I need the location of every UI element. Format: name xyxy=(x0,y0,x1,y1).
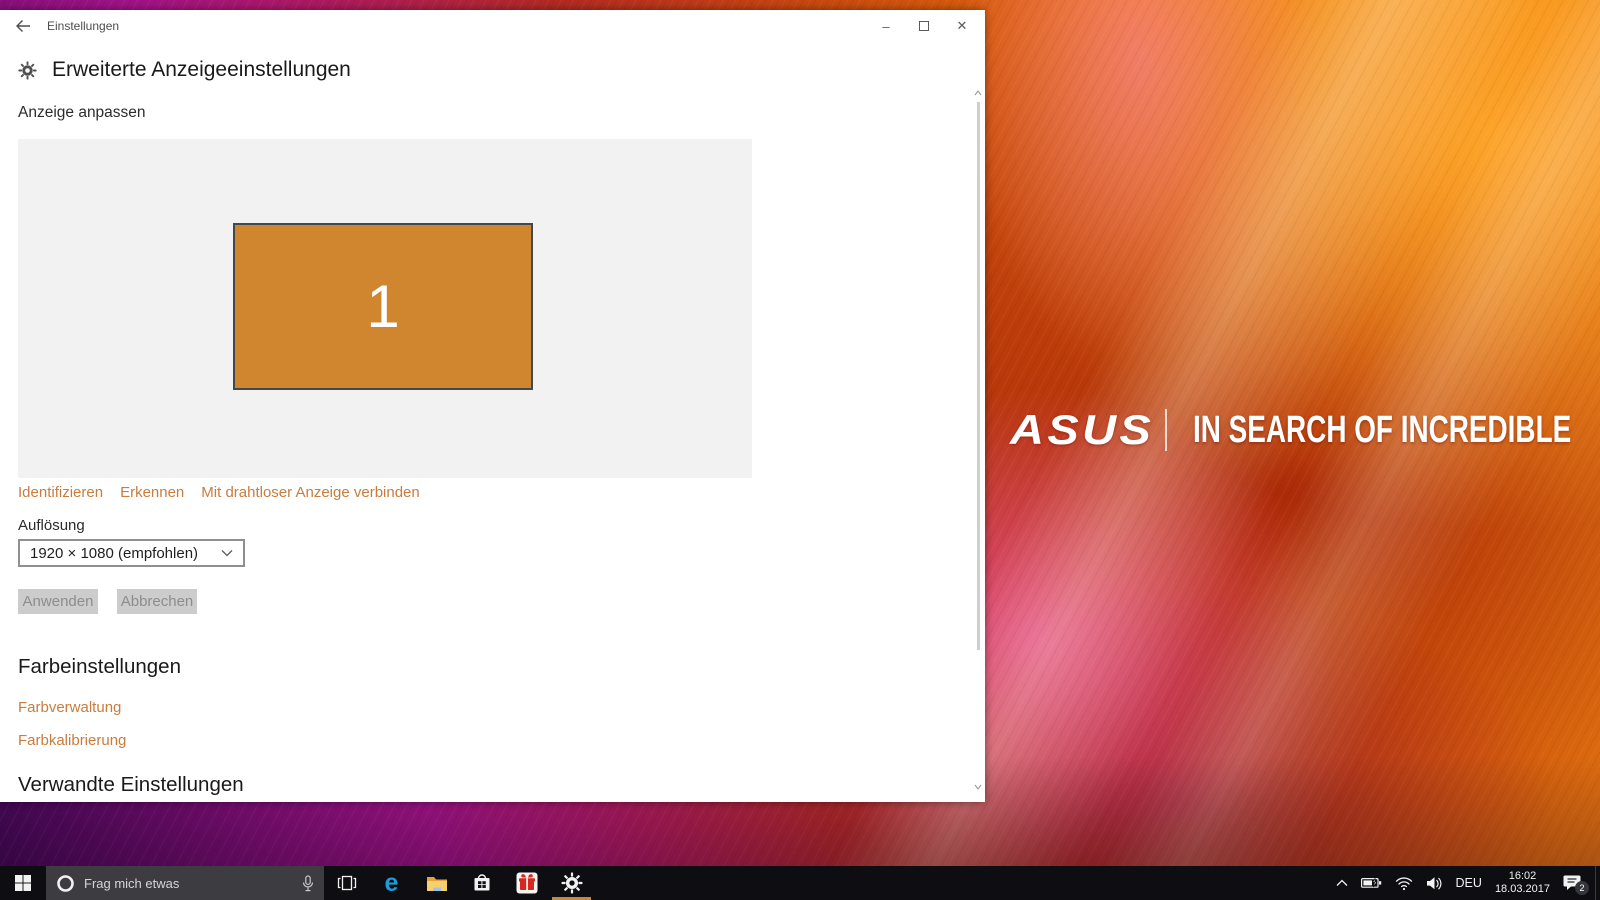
window-controls: – ✕ xyxy=(867,10,981,42)
start-button[interactable] xyxy=(0,866,46,900)
file-explorer-button[interactable] xyxy=(414,866,459,900)
edge-icon: e xyxy=(385,871,399,896)
scroll-up-icon[interactable] xyxy=(973,88,983,98)
cancel-button[interactable]: Abbrechen xyxy=(117,589,197,614)
windows-logo-icon xyxy=(15,875,31,891)
back-arrow-icon xyxy=(15,18,31,34)
mic-icon[interactable] xyxy=(302,875,314,892)
color-calibration-link[interactable]: Farbkalibrierung xyxy=(18,732,126,749)
brand-divider xyxy=(1165,409,1167,451)
scrollbar-thumb[interactable] xyxy=(977,102,980,650)
chevron-down-icon xyxy=(221,549,233,557)
action-buttons: Anwenden Abbrechen xyxy=(18,589,197,614)
color-management-link[interactable]: Farbverwaltung xyxy=(18,699,121,716)
wallpaper-branding: ASUS IN SEARCH OF INCREDIBLE xyxy=(1010,406,1600,454)
search-box[interactable] xyxy=(46,866,324,900)
monitor-1[interactable]: 1 xyxy=(233,223,533,390)
show-desktop-button[interactable] xyxy=(1595,866,1600,900)
taskbar: e xyxy=(0,866,1600,900)
desktop: ASUS IN SEARCH OF INCREDIBLE Einstellung… xyxy=(0,0,1600,900)
section-heading-related: Verwandte Einstellungen xyxy=(18,773,244,797)
page-header: Erweiterte Anzeigeeinstellungen xyxy=(18,58,351,82)
search-input[interactable] xyxy=(84,876,293,891)
cortana-icon xyxy=(56,874,75,893)
settings-window: Einstellungen – ✕ xyxy=(0,10,985,802)
resolution-label: Auflösung xyxy=(18,517,85,534)
scroll-down-icon[interactable] xyxy=(973,782,983,792)
section-heading-display: Anzeige anpassen xyxy=(18,104,146,122)
store-button[interactable] xyxy=(459,866,504,900)
resolution-dropdown[interactable]: 1920 × 1080 (empfohlen) xyxy=(18,539,245,567)
section-heading-color: Farbeinstellungen xyxy=(18,655,181,679)
titlebar[interactable]: Einstellungen – ✕ xyxy=(0,10,985,42)
file-explorer-icon xyxy=(426,875,448,892)
resolution-value: 1920 × 1080 (empfohlen) xyxy=(30,545,221,562)
minimize-button[interactable]: – xyxy=(867,10,905,42)
wireless-display-link[interactable]: Mit drahtloser Anzeige verbinden xyxy=(201,484,419,501)
monitor-number: 1 xyxy=(366,272,399,341)
settings-gear-icon xyxy=(561,872,583,894)
clock[interactable]: 16:02 18.03.2017 xyxy=(1495,870,1550,896)
display-preview-area: 1 xyxy=(18,139,752,478)
action-center-button[interactable]: 2 xyxy=(1563,874,1583,892)
task-view-button[interactable] xyxy=(324,866,369,900)
battery-icon[interactable] xyxy=(1361,877,1382,889)
language-indicator[interactable]: DEU xyxy=(1456,876,1482,890)
notification-badge: 2 xyxy=(1575,881,1589,895)
scrollbar[interactable] xyxy=(971,10,985,802)
volume-icon[interactable] xyxy=(1426,876,1443,891)
page-title: Erweiterte Anzeigeeinstellungen xyxy=(52,58,351,82)
maximize-button[interactable] xyxy=(905,10,943,42)
chevron-up-icon[interactable] xyxy=(1336,879,1348,887)
brand-tagline: IN SEARCH OF INCREDIBLE xyxy=(1193,408,1571,452)
close-icon: ✕ xyxy=(957,18,968,34)
settings-app-button[interactable] xyxy=(549,866,594,900)
gift-app-button[interactable] xyxy=(504,866,549,900)
edge-button[interactable]: e xyxy=(369,866,414,900)
clock-date: 18.03.2017 xyxy=(1495,883,1550,896)
task-view-icon xyxy=(337,875,357,891)
gear-icon xyxy=(18,61,37,80)
identify-link[interactable]: Identifizieren xyxy=(18,484,103,501)
store-icon xyxy=(472,873,492,893)
asus-logo: ASUS xyxy=(1010,406,1154,454)
maximize-icon xyxy=(919,21,929,31)
apply-button[interactable]: Anwenden xyxy=(18,589,98,614)
clock-time: 16:02 xyxy=(1495,870,1550,883)
detect-link[interactable]: Erkennen xyxy=(120,484,184,501)
system-tray: DEU 16:02 18.03.2017 2 xyxy=(1336,866,1595,900)
gift-app-icon xyxy=(516,872,538,894)
wifi-icon[interactable] xyxy=(1395,876,1413,891)
display-links-row: Identifizieren Erkennen Mit drahtloser A… xyxy=(18,484,420,501)
back-button[interactable] xyxy=(0,10,46,42)
minimize-icon: – xyxy=(882,19,889,34)
window-title: Einstellungen xyxy=(47,10,119,42)
